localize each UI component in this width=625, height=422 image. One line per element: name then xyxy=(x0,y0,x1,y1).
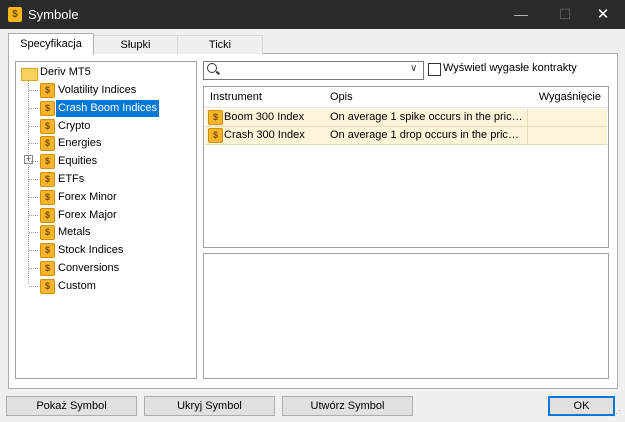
symbol-group-icon: $ xyxy=(40,101,55,116)
tree-item-label: Energies xyxy=(58,137,102,149)
tree-item-label: Conversions xyxy=(58,262,120,274)
expiry-cell xyxy=(527,109,606,126)
hide-symbol-button[interactable]: Ukryj Symbol xyxy=(144,396,275,416)
instrument-cell: Crash 300 Index xyxy=(224,129,305,141)
app-icon: $ xyxy=(8,7,22,22)
tree-connector xyxy=(29,268,38,269)
symbol-tree[interactable]: Deriv MT5 + $ Volatility Indices $ Crash Bo… xyxy=(15,61,197,379)
tree-connector xyxy=(29,143,38,144)
symbols-dialog: $ Symbole — ☐ ✕ Specyfikacja Słupki Tick… xyxy=(0,0,625,422)
symbol-group-icon: $ xyxy=(40,225,55,240)
tree-item-label: Metals xyxy=(58,226,91,238)
close-button[interactable]: ✕ xyxy=(581,0,625,29)
symbol-group-icon: $ xyxy=(40,119,55,134)
tree-connector xyxy=(29,161,38,162)
tree-item[interactable]: $ Metals xyxy=(16,224,194,241)
tree-item-label: Forex Major xyxy=(58,209,117,221)
resize-grip-icon[interactable]: ⋰ xyxy=(613,410,621,418)
tab-bars[interactable]: Słupki xyxy=(92,35,179,54)
tree-item[interactable]: $ Energies xyxy=(16,135,194,152)
tree-connector xyxy=(29,215,38,216)
tree-item[interactable]: $ Conversions xyxy=(16,260,194,277)
symbol-icon: $ xyxy=(208,110,223,125)
instrument-table: Instrument Opis Wygaśnięcie $ Boom 300 I… xyxy=(203,86,609,248)
tree-item[interactable]: $ Crash Boom Indices xyxy=(16,100,194,117)
symbol-group-icon: $ xyxy=(40,83,55,98)
description-cell: On average 1 spike occurs in the price s… xyxy=(330,111,525,123)
column-header-description[interactable]: Opis xyxy=(325,87,527,108)
minimize-button[interactable]: — xyxy=(499,0,543,29)
folder-icon xyxy=(21,68,38,81)
column-header-expiry[interactable]: Wygaśnięcie xyxy=(527,87,607,108)
tree-connector xyxy=(29,90,38,91)
tree-connector xyxy=(29,232,38,233)
symbol-group-icon: $ xyxy=(40,190,55,205)
tree-root[interactable]: Deriv MT5 xyxy=(16,64,194,81)
symbol-group-icon: $ xyxy=(40,279,55,294)
tree-connector xyxy=(29,179,38,180)
tree-item-label: Crypto xyxy=(58,120,91,132)
tree-item-label: Custom xyxy=(58,280,96,292)
tree-item-label: ETFs xyxy=(58,173,85,185)
tab-specification[interactable]: Specyfikacja xyxy=(8,33,94,55)
search-icon xyxy=(207,63,217,73)
show-symbol-button[interactable]: Pokaż Symbol xyxy=(6,396,137,416)
symbol-group-icon: $ xyxy=(40,154,55,169)
table-row[interactable]: $ Crash 300 Index On average 1 drop occu… xyxy=(205,127,607,145)
tree-item[interactable]: $ Crypto xyxy=(16,118,194,135)
symbol-group-icon: $ xyxy=(40,243,55,258)
window-title: Symbole xyxy=(28,7,79,22)
tree-item-label: Forex Minor xyxy=(58,191,117,203)
show-expired-checkbox[interactable] xyxy=(428,63,441,76)
tree-item[interactable]: $ Custom xyxy=(16,278,194,295)
search-box[interactable]: ∨ xyxy=(203,61,424,80)
tree-item[interactable]: $ ETFs xyxy=(16,171,194,188)
tree-item[interactable]: $ Volatility Indices xyxy=(16,82,194,99)
tree-connector xyxy=(29,286,38,287)
create-symbol-button[interactable]: Utwórz Symbol xyxy=(282,396,413,416)
tree-item-label: Stock Indices xyxy=(58,244,124,256)
tree-item[interactable]: $ Equities xyxy=(16,153,194,170)
description-cell: On average 1 drop occurs in the price se… xyxy=(330,129,525,141)
symbol-group-icon: $ xyxy=(40,208,55,223)
symbol-group-icon: $ xyxy=(40,172,55,187)
tree-item-label: Crash Boom Indices xyxy=(56,100,160,117)
tree-item[interactable]: $ Forex Major xyxy=(16,207,194,224)
symbol-icon: $ xyxy=(208,128,223,143)
search-input[interactable] xyxy=(222,63,402,77)
tree-root-label: Deriv MT5 xyxy=(40,66,91,78)
expiry-cell xyxy=(527,127,606,144)
chevron-down-icon[interactable]: ∨ xyxy=(410,63,417,74)
table-row[interactable]: $ Boom 300 Index On average 1 spike occu… xyxy=(205,109,607,127)
column-header-instrument[interactable]: Instrument xyxy=(204,87,325,108)
instrument-cell: Boom 300 Index xyxy=(224,111,305,123)
ok-button[interactable]: OK xyxy=(548,396,615,416)
tree-item-label: Volatility Indices xyxy=(58,84,137,96)
tree-item[interactable]: $ Forex Minor xyxy=(16,189,194,206)
show-expired-label: Wyświetl wygasłe kontrakty xyxy=(443,62,577,74)
tree-connector xyxy=(29,250,38,251)
tree-connector xyxy=(29,126,38,127)
tree-item-label: Equities xyxy=(58,155,98,167)
title-bar[interactable]: $ Symbole — ☐ ✕ xyxy=(0,0,625,29)
tree-connector xyxy=(29,108,38,109)
tree-item[interactable]: $ Stock Indices xyxy=(16,242,194,259)
tab-ticks[interactable]: Ticki xyxy=(177,35,263,54)
symbol-group-icon: $ xyxy=(40,136,55,151)
details-panel xyxy=(203,253,609,379)
tree-connector xyxy=(29,197,38,198)
symbol-group-icon: $ xyxy=(40,261,55,276)
